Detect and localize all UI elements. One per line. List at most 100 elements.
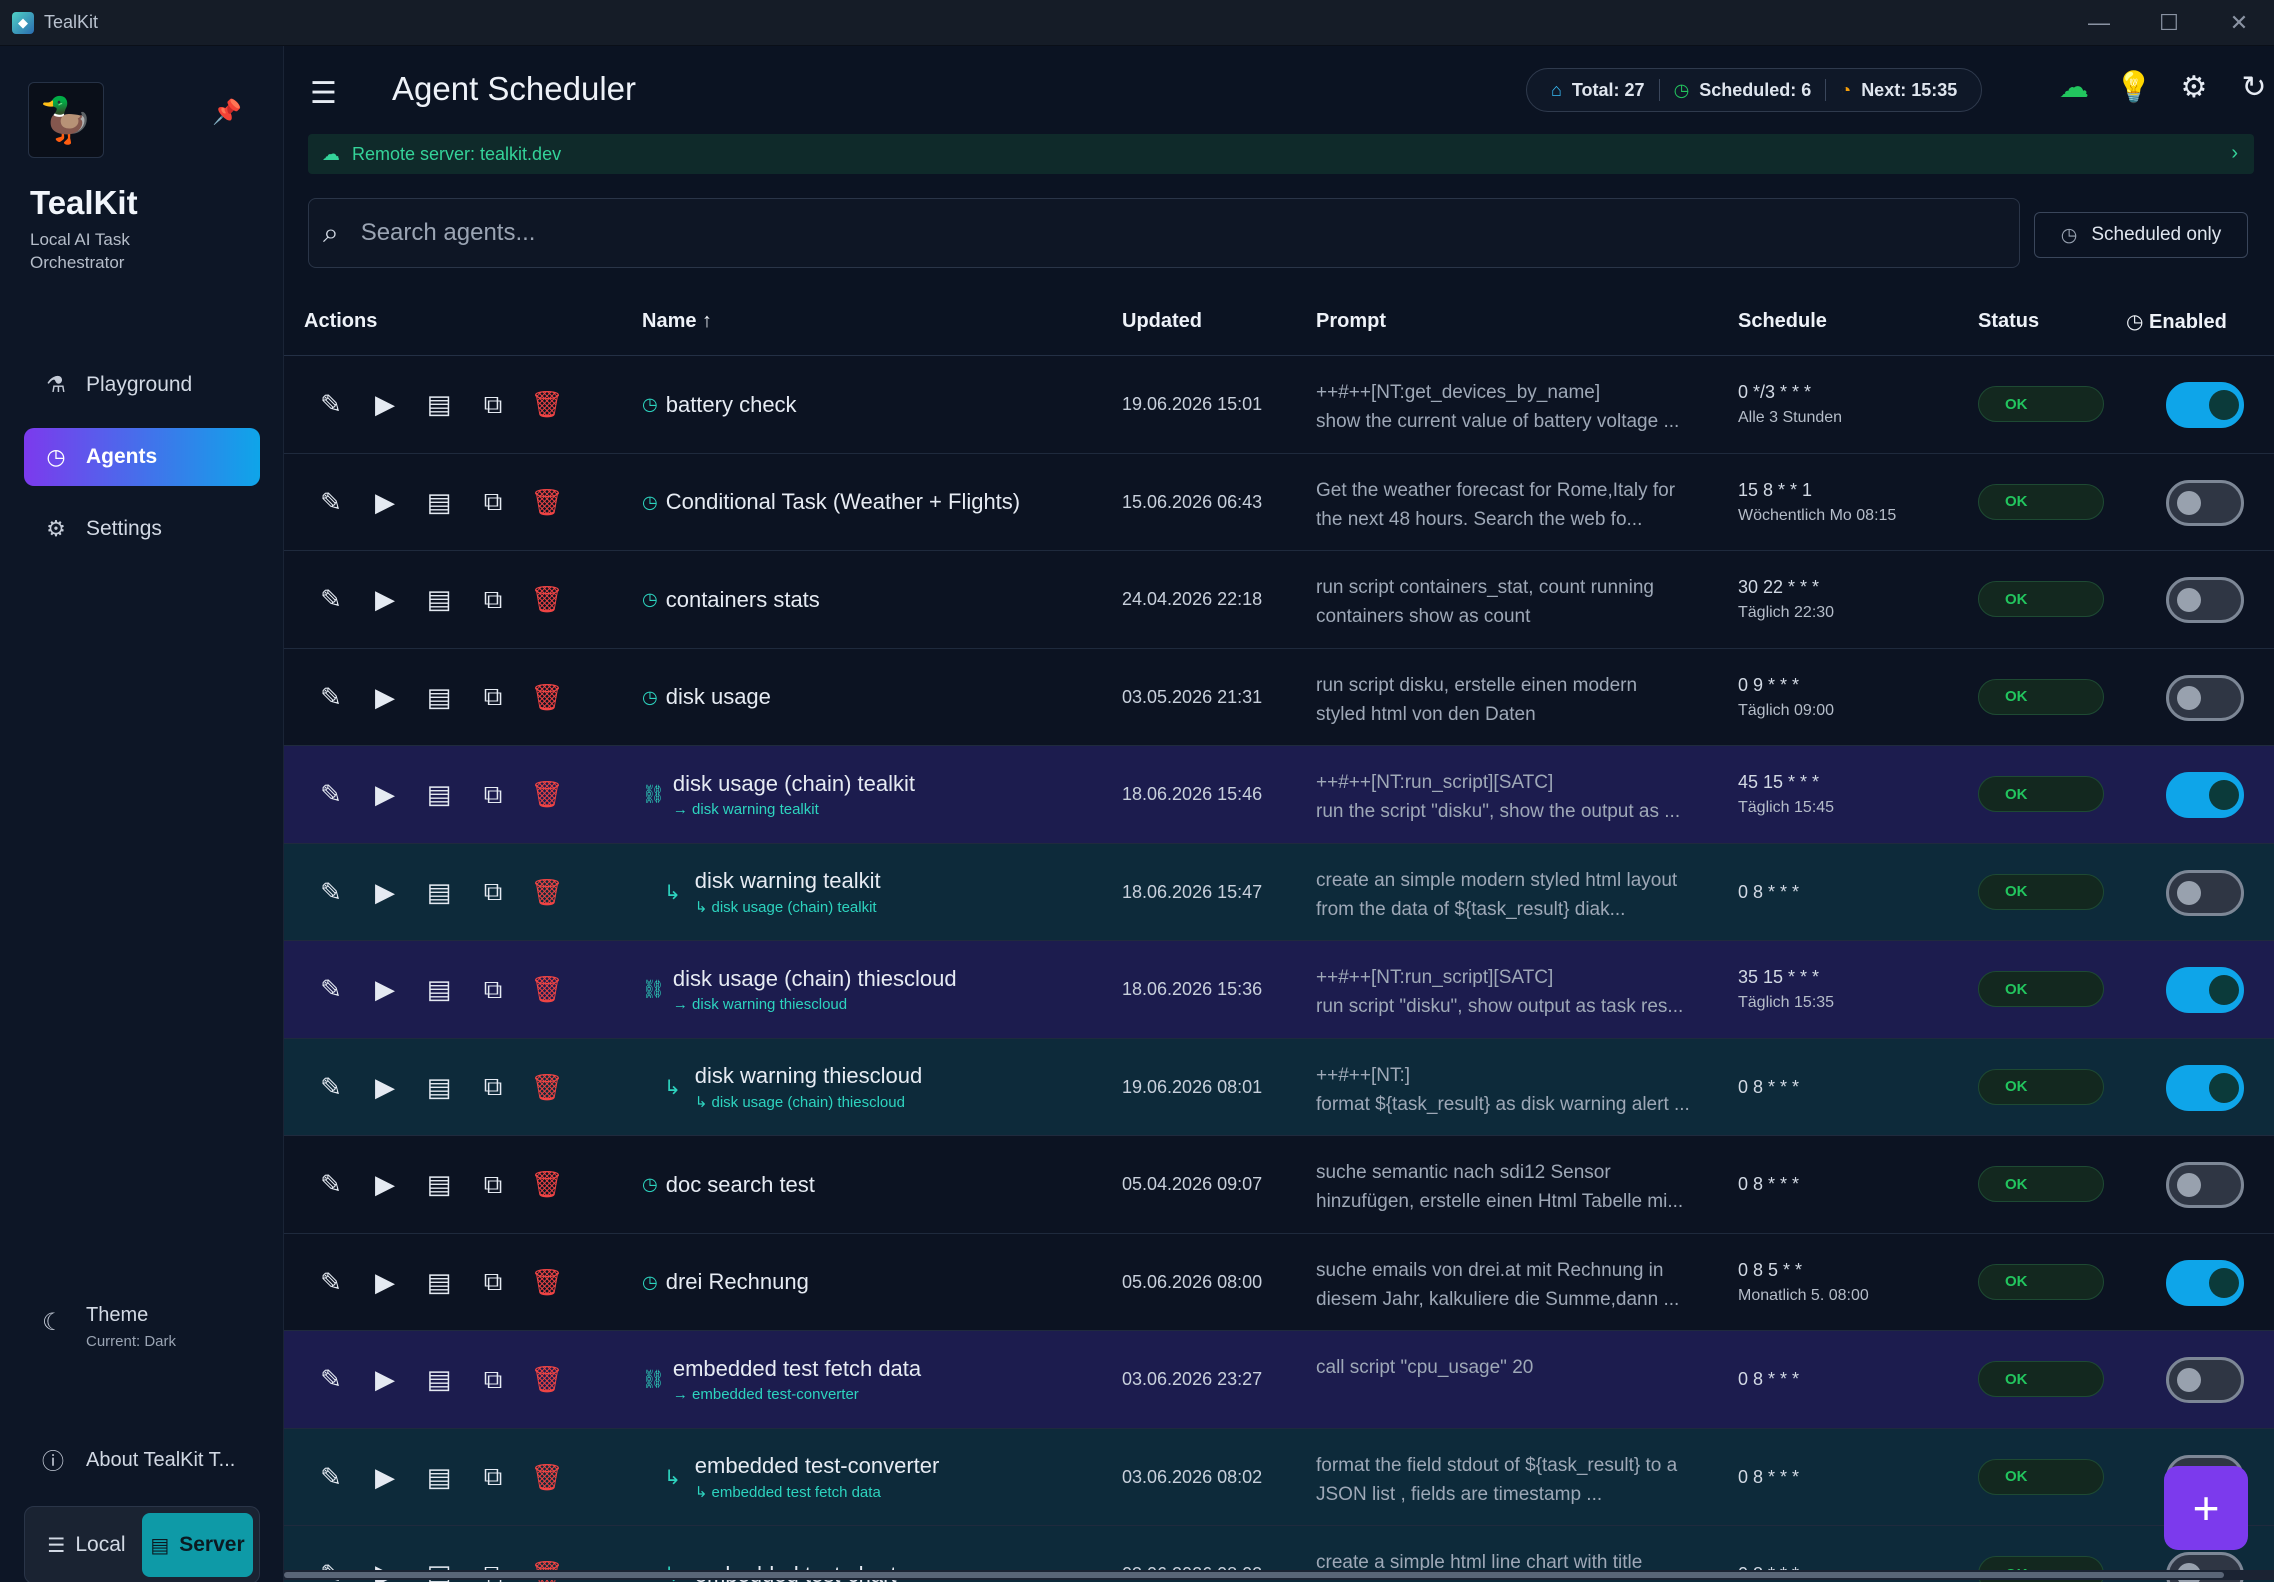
enabled-toggle[interactable] <box>2166 869 2244 916</box>
play-icon[interactable]: ▶ <box>358 779 412 810</box>
copy-icon[interactable]: ⧉ <box>466 1461 520 1493</box>
header-prompt[interactable]: Prompt <box>1316 310 1386 333</box>
maximize-button[interactable]: ☐ <box>2134 0 2204 46</box>
delete-icon[interactable]: 🗑 <box>520 584 574 615</box>
copy-icon[interactable]: ⧉ <box>466 486 520 518</box>
edit-icon[interactable]: ✎ <box>304 1462 358 1493</box>
table-row[interactable]: ✎ ▶ ▤ ⧉ 🗑 ↳ embedded test-converter ↳ em… <box>284 1428 2274 1526</box>
copy-icon[interactable]: ⧉ <box>466 389 520 421</box>
header-name[interactable]: Name ↑ <box>642 310 712 333</box>
close-button[interactable]: ✕ <box>2204 0 2274 46</box>
enabled-toggle[interactable] <box>2166 577 2244 623</box>
agent-name-cell[interactable]: ◷ containers stats <box>642 551 820 648</box>
sidebar-item-agents[interactable]: ◷ Agents <box>24 428 260 486</box>
agent-name-cell[interactable]: ⛓ embedded test fetch data → embedded te… <box>642 1331 921 1428</box>
agent-name-cell[interactable]: ◷ Conditional Task (Weather + Flights) <box>642 454 1020 551</box>
edit-icon[interactable]: ✎ <box>304 779 358 810</box>
copy-icon[interactable]: ⧉ <box>466 1266 520 1298</box>
chat-icon[interactable]: ▤ <box>412 1364 466 1395</box>
about-link[interactable]: ⓘ About TealKit T... <box>42 1444 235 1476</box>
delete-icon[interactable]: 🗑 <box>520 974 574 1005</box>
delete-icon[interactable]: 🗑 <box>520 1462 574 1493</box>
enabled-toggle[interactable] <box>2166 1259 2244 1306</box>
table-row[interactable]: ✎ ▶ ▤ ⧉ 🗑 ◷ containers stats 24.04.2026 … <box>284 551 2274 649</box>
agent-name-cell[interactable]: ⛓ disk usage (chain) tealkit → disk warn… <box>642 746 915 843</box>
mode-server-button[interactable]: ▤ Server <box>142 1513 253 1577</box>
cloud-icon[interactable]: ☁ <box>2044 70 2104 105</box>
copy-icon[interactable]: ⧉ <box>466 974 520 1006</box>
minimize-button[interactable]: — <box>2064 0 2134 46</box>
copy-icon[interactable]: ⧉ <box>466 779 520 811</box>
copy-icon[interactable]: ⧉ <box>466 1169 520 1201</box>
table-row[interactable]: ✎ ▶ ▤ ⧉ 🗑 ⛓ disk usage (chain) thiesclou… <box>284 941 2274 1039</box>
play-icon[interactable]: ▶ <box>358 487 412 518</box>
table-row[interactable]: ✎ ▶ ▤ ⧉ 🗑 ◷ Conditional Task (Weather + … <box>284 453 2274 551</box>
table-row[interactable]: ✎ ▶ ▤ ⧉ 🗑 ⛓ disk usage (chain) tealkit →… <box>284 746 2274 844</box>
delete-icon[interactable]: 🗑 <box>520 1169 574 1200</box>
chat-icon[interactable]: ▤ <box>412 682 466 713</box>
table-row[interactable]: ✎ ▶ ▤ ⧉ 🗑 ↳ disk warning tealkit ↳ disk … <box>284 843 2274 941</box>
refresh-icon[interactable]: ↻ <box>2224 70 2274 105</box>
chat-icon[interactable]: ▤ <box>412 1462 466 1493</box>
table-row[interactable]: ✎ ▶ ▤ ⧉ 🗑 ↳ disk warning thiescloud ↳ di… <box>284 1038 2274 1136</box>
copy-icon[interactable]: ⧉ <box>466 681 520 713</box>
enabled-toggle[interactable] <box>2166 1357 2244 1403</box>
edit-icon[interactable]: ✎ <box>304 1267 358 1298</box>
play-icon[interactable]: ▶ <box>358 1267 412 1298</box>
table-row[interactable]: ✎ ▶ ▤ ⧉ 🗑 ◷ disk usage 03.05.2026 21:31 … <box>284 648 2274 746</box>
edit-icon[interactable]: ✎ <box>304 389 358 420</box>
enabled-toggle[interactable] <box>2166 772 2244 818</box>
enabled-toggle[interactable] <box>2166 382 2244 428</box>
delete-icon[interactable]: 🗑 <box>520 779 574 810</box>
header-updated[interactable]: Updated <box>1122 310 1202 333</box>
delete-icon[interactable]: 🗑 <box>520 1072 574 1103</box>
edit-icon[interactable]: ✎ <box>304 877 358 908</box>
header-status[interactable]: Status <box>1978 310 2039 333</box>
chat-icon[interactable]: ▤ <box>412 1267 466 1298</box>
add-agent-button[interactable]: + <box>2164 1466 2248 1550</box>
menu-icon[interactable]: ☰ <box>310 76 337 111</box>
edit-icon[interactable]: ✎ <box>304 487 358 518</box>
chat-icon[interactable]: ▤ <box>412 877 466 908</box>
agent-name-cell[interactable]: ↳ disk warning tealkit ↳ disk usage (cha… <box>664 844 881 941</box>
agent-name-cell[interactable]: ↳ embedded test-converter ↳ embedded tes… <box>664 1429 939 1526</box>
delete-icon[interactable]: 🗑 <box>520 877 574 908</box>
agent-name-cell[interactable]: ◷ drei Rechnung <box>642 1234 809 1331</box>
delete-icon[interactable]: 🗑 <box>520 487 574 518</box>
scheduled-only-button[interactable]: ◷ Scheduled only <box>2034 212 2248 258</box>
copy-icon[interactable]: ⧉ <box>466 584 520 616</box>
copy-icon[interactable]: ⧉ <box>466 1364 520 1396</box>
agent-name-cell[interactable]: ◷ battery check <box>642 356 797 453</box>
delete-icon[interactable]: 🗑 <box>520 389 574 420</box>
table-row[interactable]: ✎ ▶ ▤ ⧉ 🗑 ⛓ embedded test fetch data → e… <box>284 1331 2274 1429</box>
agent-name-cell[interactable]: ⛓ disk usage (chain) thiescloud → disk w… <box>642 941 957 1038</box>
mode-local-button[interactable]: ☰ Local <box>31 1513 142 1577</box>
lightbulb-icon[interactable]: 💡 <box>2104 70 2164 105</box>
edit-icon[interactable]: ✎ <box>304 1072 358 1103</box>
chat-icon[interactable]: ▤ <box>412 584 466 615</box>
delete-icon[interactable]: 🗑 <box>520 682 574 713</box>
sidebar-item-settings[interactable]: ⚙ Settings <box>24 500 260 558</box>
agent-name-cell[interactable]: ◷ doc search test <box>642 1136 815 1233</box>
enabled-toggle[interactable] <box>2166 967 2244 1013</box>
sidebar-item-playground[interactable]: ⚗ Playground <box>24 356 260 414</box>
delete-icon[interactable]: 🗑 <box>520 1364 574 1395</box>
chat-icon[interactable]: ▤ <box>412 779 466 810</box>
play-icon[interactable]: ▶ <box>358 584 412 615</box>
remote-server-bar[interactable]: ☁ Remote server: tealkit.dev › <box>308 134 2254 174</box>
enabled-toggle[interactable] <box>2166 479 2244 526</box>
play-icon[interactable]: ▶ <box>358 682 412 713</box>
delete-icon[interactable]: 🗑 <box>520 1267 574 1298</box>
play-icon[interactable]: ▶ <box>358 389 412 420</box>
pin-icon[interactable]: 📌 <box>212 98 242 127</box>
theme-toggle[interactable]: ☾ Theme Current: Dark <box>42 1304 176 1350</box>
enabled-toggle[interactable] <box>2166 1064 2244 1111</box>
play-icon[interactable]: ▶ <box>358 877 412 908</box>
horizontal-scrollbar[interactable] <box>284 1570 2274 1580</box>
agent-name-cell[interactable]: ↳ disk warning thiescloud ↳ disk usage (… <box>664 1039 922 1136</box>
table-row[interactable]: ✎ ▶ ▤ ⧉ 🗑 ◷ drei Rechnung 05.06.2026 08:… <box>284 1233 2274 1331</box>
edit-icon[interactable]: ✎ <box>304 1169 358 1200</box>
table-row[interactable]: ✎ ▶ ▤ ⧉ 🗑 ◷ doc search test 05.04.2026 0… <box>284 1136 2274 1234</box>
chat-icon[interactable]: ▤ <box>412 1169 466 1200</box>
table-row[interactable]: ✎ ▶ ▤ ⧉ 🗑 ◷ battery check 19.06.2026 15:… <box>284 356 2274 454</box>
